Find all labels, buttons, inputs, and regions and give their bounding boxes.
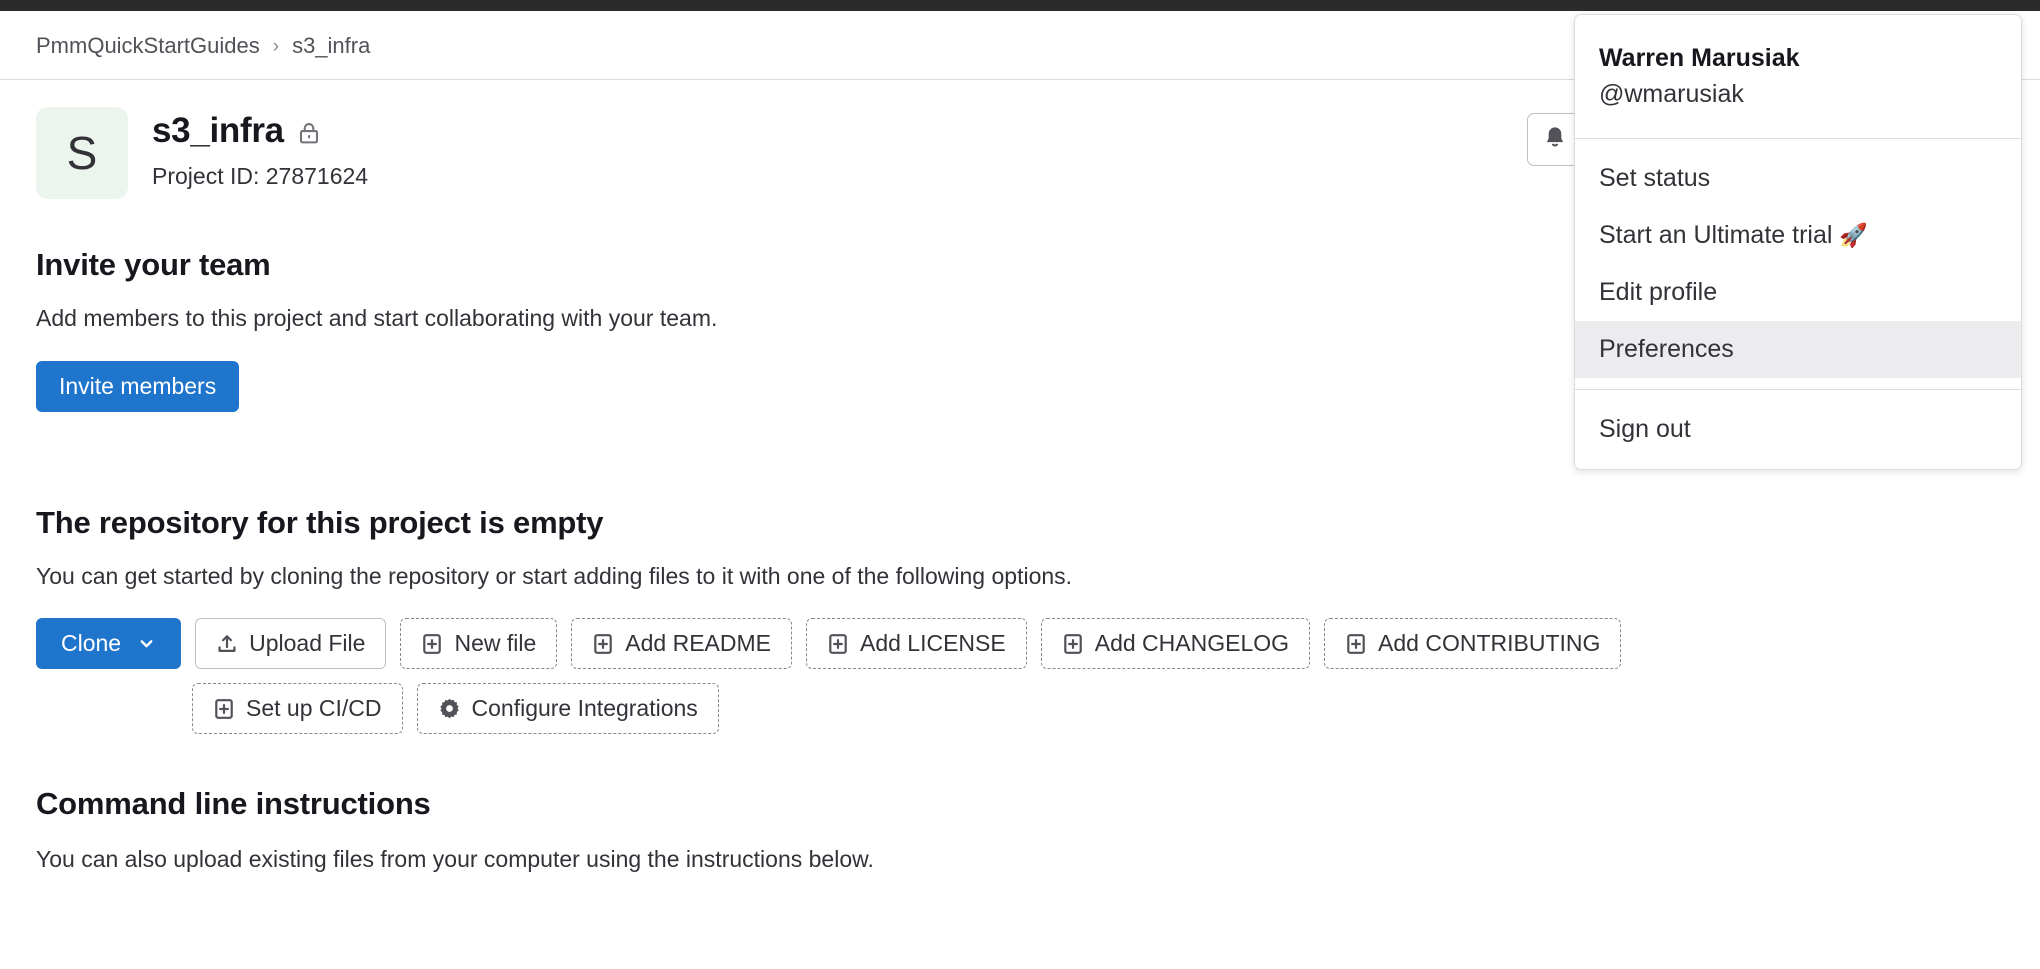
breadcrumb-item-project[interactable]: s3_infra: [292, 33, 370, 59]
menu-item-start-ultimate-trial[interactable]: Start an Ultimate trial 🚀: [1575, 207, 2021, 264]
plus-square-icon: [1062, 633, 1084, 655]
add-changelog-button-label: Add CHANGELOG: [1094, 630, 1290, 656]
page-title: s3_infra: [152, 111, 284, 150]
empty-repository-section: The repository for this project is empty…: [0, 505, 2040, 734]
add-license-button[interactable]: Add LICENSE: [805, 618, 1027, 669]
menu-item-preferences[interactable]: Preferences: [1575, 320, 2021, 378]
user-handle: @wmarusiak: [1599, 79, 1744, 108]
add-contributing-button[interactable]: Add CONTRIBUTING: [1324, 618, 1622, 669]
add-readme-button[interactable]: Add README: [571, 618, 792, 669]
breadcrumb-item-group[interactable]: PmmQuickStartGuides: [36, 33, 260, 59]
plus-square-icon: [213, 698, 235, 720]
add-contributing-button-label: Add CONTRIBUTING: [1378, 630, 1601, 656]
repository-action-row-one: Clone Upload File New file Add README Ad…: [36, 618, 2004, 669]
command-line-instructions-description: You can also upload existing files from …: [36, 846, 874, 872]
project-avatar: S: [36, 107, 128, 199]
configure-integrations-button-label: Configure Integrations: [471, 695, 698, 721]
user-display-name: Warren Marusiak: [1599, 44, 1800, 72]
rocket-icon: 🚀: [1839, 221, 1868, 248]
empty-repository-title: The repository for this project is empty: [36, 505, 604, 540]
set-up-cicd-button-label: Set up CI/CD: [246, 695, 382, 721]
chevron-down-icon: [137, 634, 156, 653]
invite-members-button[interactable]: Invite members: [36, 361, 240, 412]
clone-button[interactable]: Clone: [36, 618, 182, 669]
repository-action-row-two: Set up CI/CD Configure Integrations: [36, 683, 2004, 734]
upload-file-button[interactable]: Upload File: [195, 618, 387, 669]
user-dropdown-group-primary: Set status Start an Ultimate trial 🚀 Edi…: [1575, 139, 2021, 389]
upload-file-button-label: Upload File: [249, 630, 366, 656]
project-id-label: Project ID: 27871624: [152, 162, 369, 189]
plus-square-icon: [421, 633, 443, 655]
user-dropdown-profile[interactable]: Warren Marusiak @wmarusiak: [1575, 15, 2021, 138]
menu-item-edit-profile[interactable]: Edit profile: [1575, 264, 2021, 321]
project-title-row: s3_infra: [152, 111, 368, 151]
menu-item-set-status[interactable]: Set status: [1575, 150, 2021, 207]
add-changelog-button[interactable]: Add CHANGELOG: [1040, 618, 1311, 669]
plus-square-icon: [592, 633, 614, 655]
browser-top-bar: [0, 0, 2040, 11]
menu-item-start-ultimate-trial-label: Start an Ultimate trial: [1599, 220, 1840, 249]
clone-button-label: Clone: [61, 630, 122, 656]
add-license-button-label: Add LICENSE: [859, 630, 1006, 656]
user-dropdown-menu: Warren Marusiak @wmarusiak Set status St…: [1574, 14, 2022, 470]
repository-action-buttons: Clone Upload File New file Add README Ad…: [36, 618, 2004, 734]
menu-item-sign-out[interactable]: Sign out: [1575, 401, 2021, 458]
command-line-instructions-section: Command line instructions You can also u…: [0, 786, 2040, 873]
plus-square-icon: [827, 633, 849, 655]
breadcrumb-separator-icon: ›: [272, 35, 280, 57]
empty-repository-description: You can get started by cloning the repos…: [36, 563, 1073, 589]
upload-icon: [216, 633, 238, 655]
add-readme-button-label: Add README: [625, 630, 771, 656]
lock-icon: [298, 121, 320, 145]
command-line-instructions-title: Command line instructions: [36, 786, 431, 821]
new-file-button[interactable]: New file: [400, 618, 558, 669]
gear-icon: [438, 697, 461, 720]
user-dropdown-group-secondary: Sign out: [1575, 390, 2021, 469]
bell-icon: [1543, 125, 1567, 154]
configure-integrations-button[interactable]: Configure Integrations: [416, 683, 719, 734]
project-meta: s3_infra Project ID: 27871624: [152, 107, 368, 190]
set-up-cicd-button[interactable]: Set up CI/CD: [192, 683, 403, 734]
new-file-button-label: New file: [454, 630, 537, 656]
plus-square-icon: [1345, 633, 1367, 655]
